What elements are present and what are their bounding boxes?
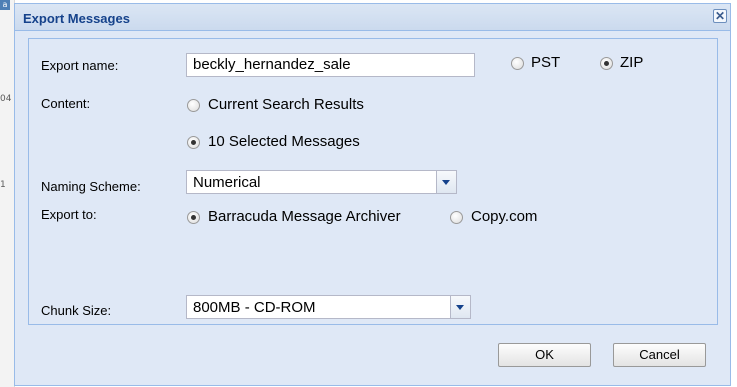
export-name-input[interactable]: beckly_hernandez_sale bbox=[186, 53, 475, 77]
background-window-strip: a 04 1 bbox=[0, 0, 15, 387]
content-selected-messages-label[interactable]: 10 Selected Messages bbox=[208, 133, 360, 150]
content-selected-messages-radio[interactable] bbox=[187, 136, 200, 149]
chunk-size-select[interactable]: 800MB - CD-ROM bbox=[186, 295, 471, 319]
ok-button[interactable]: OK bbox=[498, 343, 591, 367]
background-text: 04 bbox=[0, 94, 12, 104]
cancel-button[interactable]: Cancel bbox=[613, 343, 706, 367]
chevron-down-icon bbox=[456, 305, 464, 310]
export-to-copycom-label[interactable]: Copy.com bbox=[471, 208, 537, 225]
format-zip-radio[interactable] bbox=[600, 57, 613, 70]
chunk-size-label: Chunk Size: bbox=[41, 303, 112, 318]
format-pst-label[interactable]: PST bbox=[531, 54, 560, 71]
close-icon[interactable]: ✕ bbox=[713, 9, 727, 23]
background-text: 1 bbox=[0, 180, 6, 190]
export-form-panel: Export name: beckly_hernandez_sale PST Z… bbox=[28, 38, 718, 325]
export-to-copycom-radio[interactable] bbox=[450, 211, 463, 224]
content-label: Content: bbox=[41, 96, 91, 111]
naming-scheme-select[interactable]: Numerical bbox=[186, 170, 457, 194]
export-name-label: Export name: bbox=[41, 58, 119, 73]
chevron-down-icon bbox=[442, 180, 450, 185]
dialog-titlebar[interactable]: Export Messages ✕ bbox=[15, 4, 730, 31]
naming-scheme-label: Naming Scheme: bbox=[41, 179, 141, 194]
content-current-search-label[interactable]: Current Search Results bbox=[208, 96, 364, 113]
dialog-title: Export Messages bbox=[23, 11, 130, 26]
export-messages-dialog: Export Messages ✕ Export name: beckly_he… bbox=[14, 3, 731, 386]
format-pst-radio[interactable] bbox=[511, 57, 524, 70]
export-to-barracuda-radio[interactable] bbox=[187, 211, 200, 224]
naming-scheme-value: Numerical bbox=[193, 174, 261, 191]
export-to-barracuda-label[interactable]: Barracuda Message Archiver bbox=[208, 208, 401, 225]
naming-scheme-dropdown-trigger[interactable] bbox=[436, 171, 456, 193]
chunk-size-dropdown-trigger[interactable] bbox=[450, 296, 470, 318]
format-zip-label[interactable]: ZIP bbox=[620, 54, 643, 71]
background-icon: a bbox=[0, 0, 10, 10]
content-current-search-radio[interactable] bbox=[187, 99, 200, 112]
chunk-size-value: 800MB - CD-ROM bbox=[193, 299, 316, 316]
export-to-label: Export to: bbox=[41, 207, 97, 222]
